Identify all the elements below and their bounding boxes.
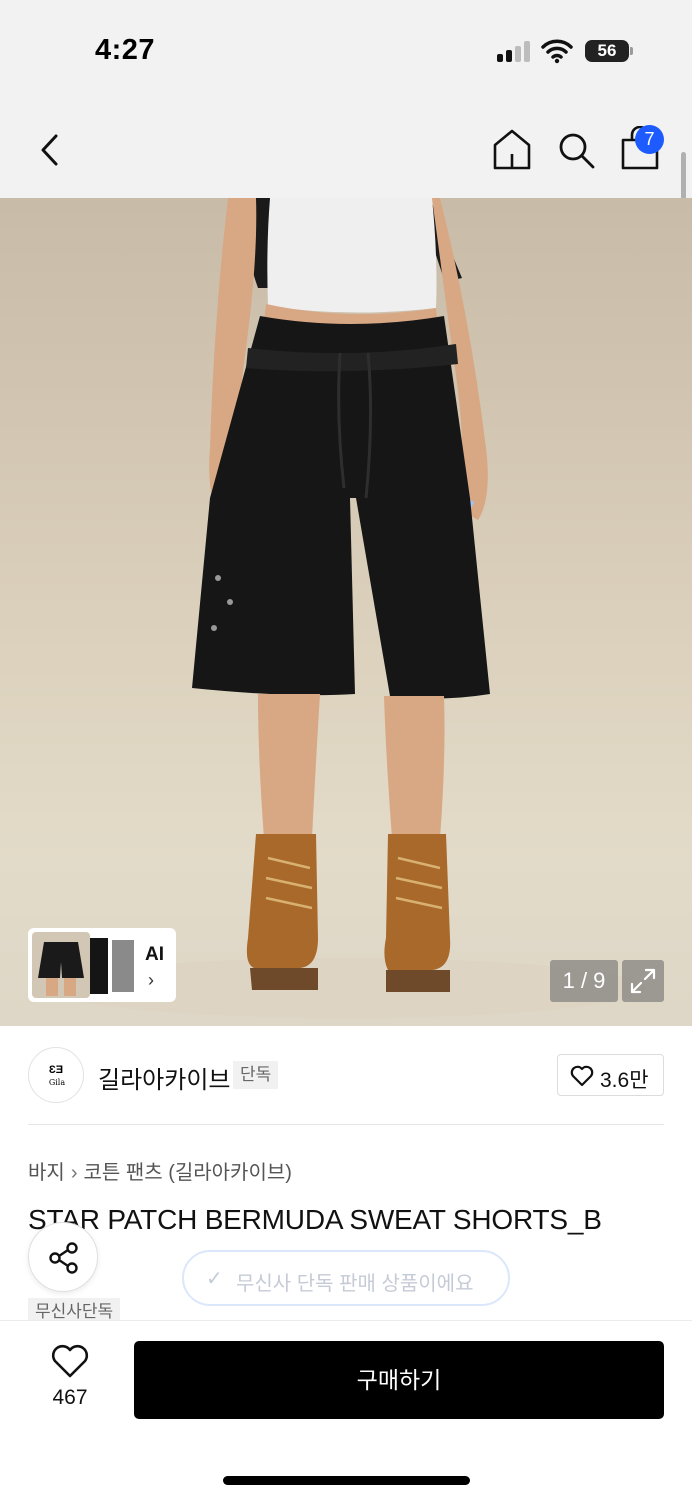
back-icon[interactable] xyxy=(34,128,68,172)
exclusive-tag: 단독 xyxy=(233,1061,279,1089)
brand-like-count: 3.6만 xyxy=(600,1069,649,1092)
thumbnail-image-2 xyxy=(90,938,108,994)
breadcrumb-subcategory[interactable]: 코튼 팬츠 (길라아카이브) xyxy=(83,1162,291,1184)
chevron-right-icon: › xyxy=(70,1162,78,1184)
image-page-indicator: 1 / 9 xyxy=(550,960,618,1002)
divider xyxy=(28,1124,664,1125)
brand-name[interactable]: 길라아카이브 xyxy=(98,1060,230,1095)
exclusive-sale-toast: ✓ 무신사 단독 판매 상품이에요 xyxy=(182,1250,510,1306)
thumbnail-image xyxy=(32,932,90,998)
share-button[interactable] xyxy=(28,1222,98,1292)
home-icon[interactable] xyxy=(492,128,532,170)
ai-styling-thumbnail[interactable]: AI › xyxy=(28,928,176,1002)
heart-icon[interactable] xyxy=(50,1344,90,1380)
expand-icon[interactable] xyxy=(622,960,664,1002)
battery-indicator: 56 xyxy=(585,40,629,62)
brand-logo-text: Gila xyxy=(48,1078,66,1087)
breadcrumb-category[interactable]: 바지 xyxy=(28,1162,65,1184)
product-image[interactable] xyxy=(0,198,692,1026)
ai-label: AI xyxy=(145,944,164,965)
buy-button[interactable]: 구매하기 xyxy=(134,1341,664,1419)
product-title: STAR PATCH BERMUDA SWEAT SHORTS_B xyxy=(28,1204,602,1235)
signal-icon xyxy=(497,40,531,62)
breadcrumb: 바지 › 코튼 팬츠 (길라아카이브) xyxy=(28,1156,292,1185)
exclusive-sale-text: 무신사 단독 판매 상품이에요 xyxy=(236,1273,474,1295)
check-icon: ✓ xyxy=(206,1268,223,1290)
brand-logo[interactable]: ƐƎ Gila xyxy=(28,1047,84,1103)
thumbnail-image-3 xyxy=(112,940,134,992)
brand-like-button[interactable]: 3.6만 xyxy=(557,1054,664,1096)
battery-cap xyxy=(630,47,633,55)
wifi-icon xyxy=(541,39,573,64)
brand-logo-mark-icon: ƐƎ xyxy=(48,1064,64,1076)
chevron-right-icon: › xyxy=(148,970,154,990)
share-icon xyxy=(49,1242,78,1274)
cart-count-badge: 7 xyxy=(635,125,664,154)
search-icon[interactable] xyxy=(556,130,596,170)
home-indicator xyxy=(223,1476,470,1485)
product-like-count: 467 xyxy=(52,1386,88,1409)
status-time: 4:27 xyxy=(95,34,156,66)
product-photo-illustration xyxy=(46,198,646,1018)
heart-icon xyxy=(570,1065,594,1087)
